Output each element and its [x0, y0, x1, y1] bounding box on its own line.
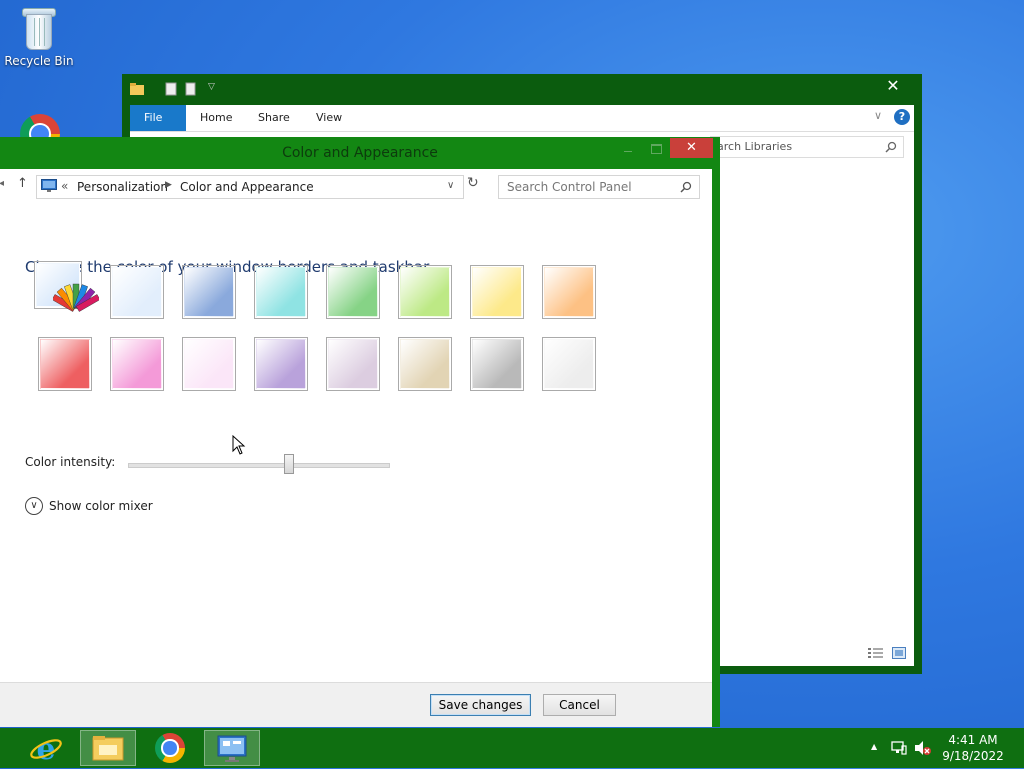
- large-icons-view-icon[interactable]: [892, 647, 906, 659]
- explorer-ribbon: File Home Share View ∨ ?: [130, 105, 914, 132]
- explorer-search-box[interactable]: arch Libraries: [710, 136, 904, 158]
- swatch-sea-foam[interactable]: [254, 265, 308, 319]
- swatch-twilight[interactable]: [182, 265, 236, 319]
- properties-icon[interactable]: [164, 82, 178, 96]
- color-intensity-label: Color intensity:: [25, 455, 116, 469]
- control-panel-icon: [41, 179, 57, 192]
- swatch-blush[interactable]: [38, 337, 92, 391]
- taskbar-internet-explorer[interactable]: e: [18, 730, 74, 767]
- swatch-automatic[interactable]: [34, 261, 99, 312]
- network-icon[interactable]: [891, 740, 907, 756]
- taskbar-file-explorer[interactable]: [80, 730, 136, 766]
- show-hidden-icons-button[interactable]: ▲: [871, 742, 877, 751]
- breadcrumb-color-appearance[interactable]: Color and Appearance: [180, 180, 314, 194]
- taskbar: e ▲ 4:41 AM 9/18/2022: [0, 728, 1024, 768]
- explorer-search-placeholder: arch Libraries: [717, 140, 793, 153]
- window-titlebar[interactable]: Color and Appearance ✕: [0, 137, 720, 169]
- color-intensity-track[interactable]: [128, 463, 390, 468]
- minimize-button[interactable]: [620, 141, 636, 157]
- color-palette-fan-icon: [53, 283, 99, 312]
- swatch-taupe[interactable]: [254, 337, 308, 391]
- swatch-sun[interactable]: [470, 265, 524, 319]
- breadcrumb-overflow-chevrons[interactable]: «: [61, 179, 68, 193]
- swatch-lime[interactable]: [398, 265, 452, 319]
- address-dropdown-icon[interactable]: ∨: [447, 180, 454, 191]
- color-appearance-window[interactable]: Color and Appearance ✕ ◂ ↑ « Personaliza…: [0, 137, 720, 727]
- swatch-bubblegum[interactable]: [110, 337, 164, 391]
- taskbar-chrome[interactable]: [142, 730, 198, 766]
- ribbon-expand-icon[interactable]: ∨: [874, 109, 882, 122]
- search-control-panel-input[interactable]: Search Control Panel: [498, 175, 700, 199]
- volume-muted-icon[interactable]: [914, 740, 932, 756]
- window-client-area: ◂ ↑ « Personalization ▶ Color and Appear…: [0, 169, 712, 727]
- close-button[interactable]: ✕: [670, 138, 713, 158]
- internet-explorer-icon: e: [30, 732, 62, 767]
- recycle-bin-label: Recycle Bin: [4, 54, 74, 68]
- search-icon: [680, 181, 692, 193]
- explorer-close-button[interactable]: ✕: [872, 74, 914, 98]
- breadcrumb-separator-icon: ▶: [165, 180, 172, 190]
- clock[interactable]: 4:41 AM 9/18/2022: [940, 732, 1006, 764]
- swatch-leaf[interactable]: [326, 265, 380, 319]
- dialog-footer: Save changes Cancel: [0, 682, 712, 727]
- taskbar-control-panel[interactable]: [204, 730, 260, 766]
- show-color-mixer-label: Show color mixer: [49, 499, 153, 513]
- cancel-button[interactable]: Cancel: [543, 694, 616, 716]
- search-icon: [885, 141, 897, 153]
- tab-share[interactable]: Share: [244, 105, 304, 131]
- swatch-frost[interactable]: [470, 337, 524, 391]
- swatch-pumpkin[interactable]: [542, 265, 596, 319]
- help-icon[interactable]: ?: [894, 109, 910, 125]
- folder-icon: [130, 83, 144, 95]
- address-bar[interactable]: « Personalization ▶ Color and Appearance…: [36, 175, 464, 199]
- back-arrow-icon[interactable]: ◂: [0, 178, 4, 189]
- customize-quick-access-icon[interactable]: ▽: [208, 82, 215, 92]
- svg-text:e: e: [36, 732, 55, 766]
- up-arrow-icon[interactable]: ↑: [17, 176, 28, 191]
- recycle-bin-shortcut[interactable]: Recycle Bin: [4, 6, 74, 68]
- breadcrumb-personalization[interactable]: Personalization: [77, 180, 168, 194]
- clock-time: 4:41 AM: [948, 733, 998, 747]
- refresh-icon[interactable]: ↻: [467, 175, 479, 191]
- file-explorer-icon: [92, 736, 124, 761]
- swatch-white[interactable]: [542, 337, 596, 391]
- mouse-cursor-icon: [232, 435, 246, 455]
- swatch-lavender[interactable]: [182, 337, 236, 391]
- details-view-icon[interactable]: [868, 647, 884, 659]
- swatch-sky[interactable]: [110, 265, 164, 319]
- recycle-bin-icon: [22, 6, 56, 50]
- expand-chevron-icon: ∨: [25, 497, 43, 515]
- tab-home[interactable]: Home: [186, 105, 246, 131]
- color-intensity-slider-thumb[interactable]: [284, 454, 295, 474]
- new-folder-icon[interactable]: [184, 82, 198, 96]
- tab-file[interactable]: File: [130, 105, 186, 131]
- tab-view[interactable]: View: [302, 105, 356, 131]
- clock-date: 9/18/2022: [942, 749, 1004, 763]
- swatch-chocolate[interactable]: [326, 337, 380, 391]
- chrome-icon: [155, 733, 185, 763]
- maximize-button[interactable]: [648, 141, 664, 157]
- save-changes-button[interactable]: Save changes: [430, 694, 531, 716]
- window-title: Color and Appearance: [282, 145, 438, 161]
- swatch-slate[interactable]: [398, 337, 452, 391]
- search-placeholder: Search Control Panel: [507, 180, 632, 194]
- control-panel-icon: [217, 735, 247, 762]
